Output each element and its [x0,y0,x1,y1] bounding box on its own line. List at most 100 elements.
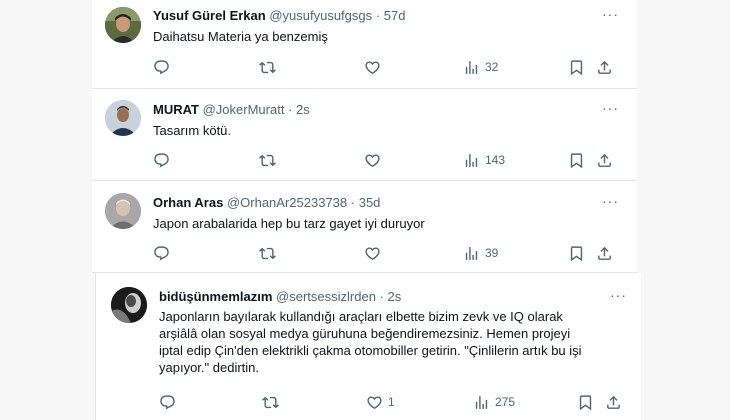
tweet-time[interactable]: 57d [384,8,406,23]
avatar-image [111,287,147,323]
tweet-actions: 39 [153,243,623,263]
views-button[interactable]: 32 [463,57,498,77]
reply-icon [153,245,170,262]
avatar[interactable] [105,7,141,43]
tweet[interactable]: Yusuf Gürel Erkan @yusufyusufgsgs · 57d … [92,0,637,89]
tweet-time[interactable]: 2s [296,102,310,117]
tweet-text: Daihatsu Materia ya benzemiş [153,29,328,44]
like-button[interactable]: 1 [366,392,395,412]
views-button[interactable]: 143 [463,150,505,170]
reply-icon [153,152,170,169]
tweet-text-line: yapıyor." dedirtin. [159,360,260,375]
tweet-header: MURAT @JokerMuratt · 2s [153,102,310,117]
bookmark-button[interactable] [568,150,585,170]
author-handle[interactable]: @OrhanAr25233738 [227,195,347,210]
retweet-button[interactable] [259,243,281,263]
retweet-icon [259,152,276,169]
views-icon [463,59,480,76]
separator: · [288,102,293,117]
like-icon [364,152,381,169]
retweet-icon [259,59,276,76]
tweet[interactable]: MURAT @JokerMuratt · 2s ··· Tasarım kötü… [92,89,637,181]
views-count: 275 [495,395,516,409]
reply-button[interactable] [153,150,175,170]
like-count: 1 [388,395,395,409]
more-options-button[interactable]: ··· [602,6,619,22]
avatar[interactable] [105,193,141,229]
author-handle[interactable]: @sertsessizlrden [276,289,376,304]
author-name[interactable]: bidüşünmemlazım [159,289,272,304]
more-options-button[interactable]: ··· [602,193,619,209]
tweet-text: Japonların bayılarak kullandığı araçları… [159,308,629,376]
retweet-button[interactable] [259,57,281,77]
share-icon [596,152,613,169]
tweet-text: Japon arabalarida hep bu tarz gayet iyi … [153,216,425,231]
tweet-text-line: iptal edip Çin'den elektrikli çakma otom… [159,343,582,358]
tweet-text-line: arşiâlâ olan sosyal medya güruhuna beğen… [159,326,571,341]
reply-button[interactable] [153,243,175,263]
reply-button[interactable] [159,392,181,412]
reply-button[interactable] [153,57,175,77]
bookmark-button[interactable] [568,57,585,77]
tweet-actions: 1 275 [159,392,629,412]
views-button[interactable]: 275 [473,392,515,412]
tweet-time[interactable]: 2s [388,289,402,304]
share-icon [605,394,622,411]
reply-icon [159,394,176,411]
retweet-icon [259,245,276,262]
tweet-feed: Yusuf Gürel Erkan @yusufyusufgsgs · 57d … [92,0,637,273]
like-icon [364,245,381,262]
like-icon [364,59,381,76]
tweet-header: bidüşünmemlazım @sertsessizlrden · 2s [159,289,401,304]
share-icon [596,59,613,76]
author-handle[interactable]: @JokerMuratt [203,102,285,117]
like-button[interactable] [364,150,386,170]
more-options-button[interactable]: ··· [610,287,627,303]
like-icon [366,394,383,411]
like-button[interactable] [364,57,386,77]
bookmark-icon [568,152,585,169]
like-button[interactable] [364,243,386,263]
views-icon [463,245,480,262]
separator: · [379,289,384,304]
views-icon [473,394,490,411]
retweet-button[interactable] [259,150,281,170]
tweet[interactable]: Orhan Aras @OrhanAr25233738 · 35d ··· Ja… [92,181,637,273]
bookmark-icon [568,59,585,76]
share-button[interactable] [596,57,613,77]
separator: · [375,8,381,23]
separator: · [350,195,356,210]
avatar[interactable] [111,287,147,323]
tweet-time[interactable]: 35d [359,195,381,210]
tweet-header: Orhan Aras @OrhanAr25233738 · 35d [153,195,380,210]
author-name[interactable]: Yusuf Gürel Erkan [153,8,266,23]
bookmark-icon [577,394,594,411]
tweet[interactable]: bidüşünmemlazım @sertsessizlrden · 2s ··… [95,273,641,420]
views-count: 39 [485,246,499,260]
avatar-image [105,100,141,136]
tweet-actions: 32 [153,57,623,77]
share-icon [596,245,613,262]
share-button[interactable] [596,150,613,170]
more-options-button[interactable]: ··· [602,100,619,116]
bookmark-button[interactable] [577,392,594,412]
views-icon [463,152,480,169]
views-count: 143 [485,153,506,167]
tweet-text-line: Japonların bayılarak kullandığı araçları… [159,309,563,324]
reply-icon [153,59,170,76]
tweet-text: Tasarım kötü. [153,123,232,138]
author-name[interactable]: MURAT [153,102,199,117]
share-button[interactable] [605,392,622,412]
bookmark-button[interactable] [568,243,585,263]
views-count: 32 [485,60,499,74]
retweet-icon [262,394,279,411]
views-button[interactable]: 39 [463,243,498,263]
author-name[interactable]: Orhan Aras [153,195,223,210]
share-button[interactable] [596,243,613,263]
avatar-image [105,193,141,229]
avatar[interactable] [105,100,141,136]
tweet-actions: 143 [153,150,623,170]
author-handle[interactable]: @yusufyusufgsgs [269,8,372,23]
avatar-image [105,7,141,43]
retweet-button[interactable] [262,392,284,412]
